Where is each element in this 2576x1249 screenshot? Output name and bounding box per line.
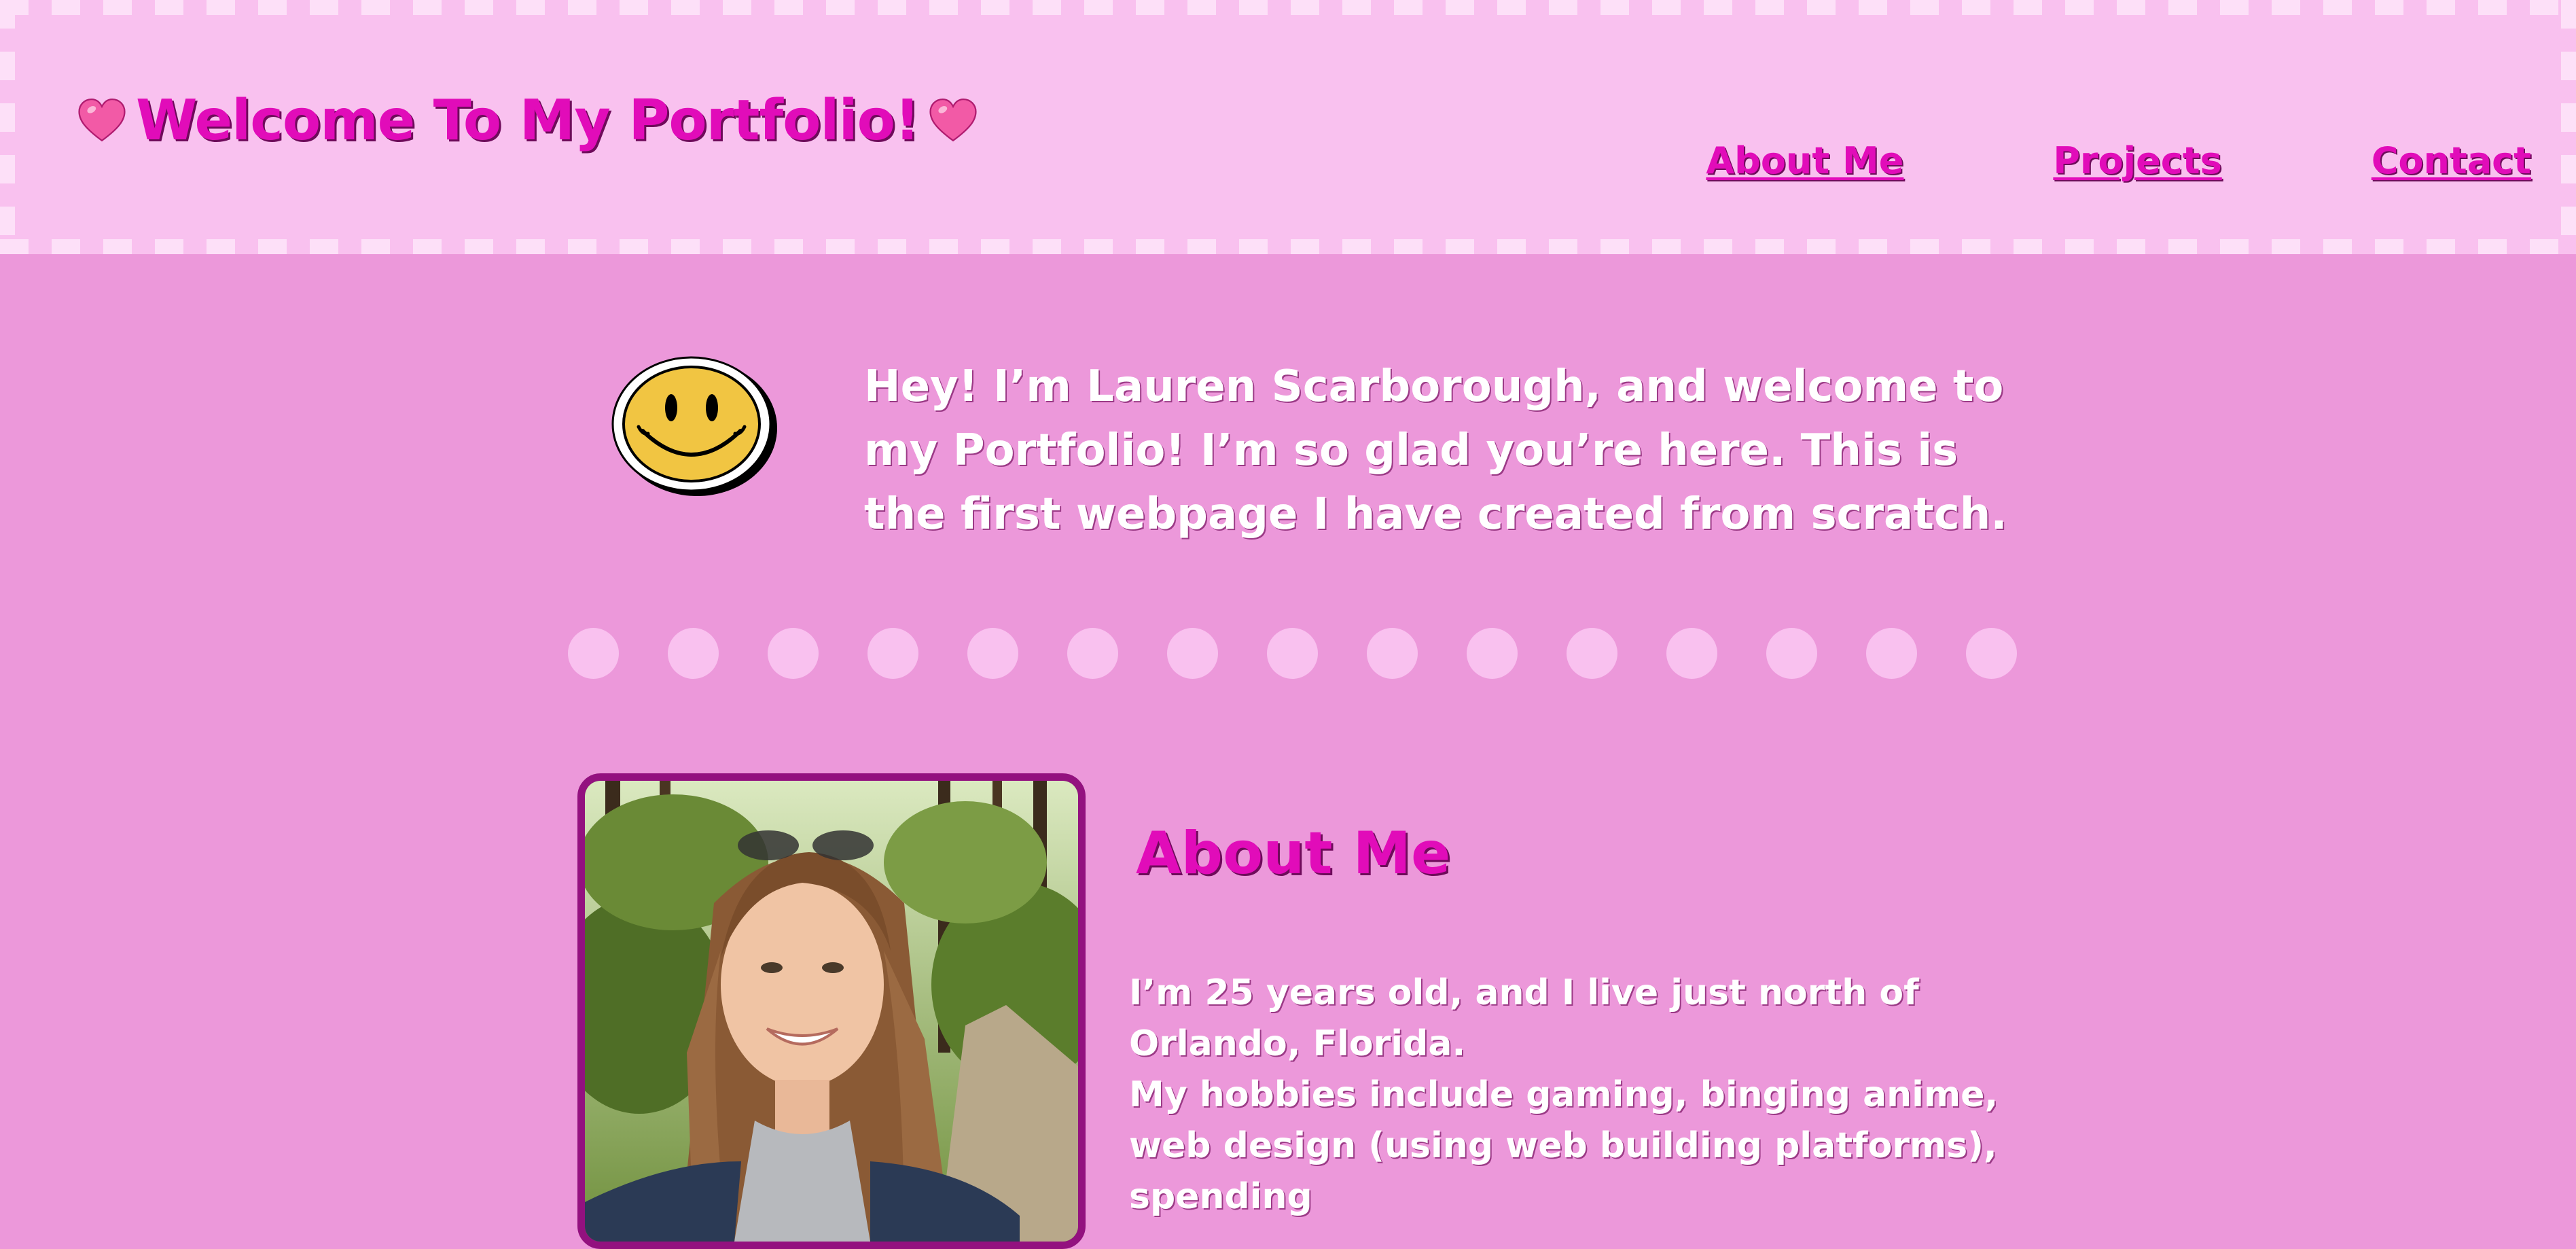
divider-dot [1067,628,1118,679]
about-paragraph: My hobbies include gaming, binging anime… [1129,1074,1999,1217]
divider-dot [1766,628,1817,679]
divider-dot [867,628,918,679]
divider-dot [768,628,819,679]
divider-dot [1367,628,1418,679]
divider-dot [668,628,719,679]
main-nav: About Me Projects Contact [1706,139,2531,182]
nav-link-projects[interactable]: Projects [2053,139,2221,182]
divider-dot [1267,628,1318,679]
divider-dot [568,628,619,679]
nav-link-contact[interactable]: Contact [2372,139,2531,182]
intro-text: Hey! I’m Lauren Scarborough, and welcome… [864,362,2007,540]
nav-link-about-me[interactable]: About Me [1706,139,1903,182]
site-header: Welcome To My Portfolio! About Me Projec… [0,0,2576,254]
smiley-face-icon [611,356,777,496]
divider-dot [1467,628,1518,679]
dot-divider [568,628,2017,679]
about-paragraph: I’m 25 years old, and I live just north … [1129,972,1919,1064]
heart-icon [78,98,126,141]
divider-dot [1167,628,1218,679]
divider-dot [967,628,1018,679]
divider-dot [1567,628,1617,679]
about-text: I’m 25 years old, and I live just north … [1129,968,2026,1222]
about-heading: About Me [1136,820,1451,887]
profile-photo [577,773,1086,1249]
divider-dot [1966,628,2017,679]
page-title: Welcome To My Portfolio! [136,88,920,153]
site-title: Welcome To My Portfolio! [76,88,979,153]
divider-dot [1866,628,1917,679]
heart-icon [929,98,977,141]
divider-dot [1666,628,1717,679]
